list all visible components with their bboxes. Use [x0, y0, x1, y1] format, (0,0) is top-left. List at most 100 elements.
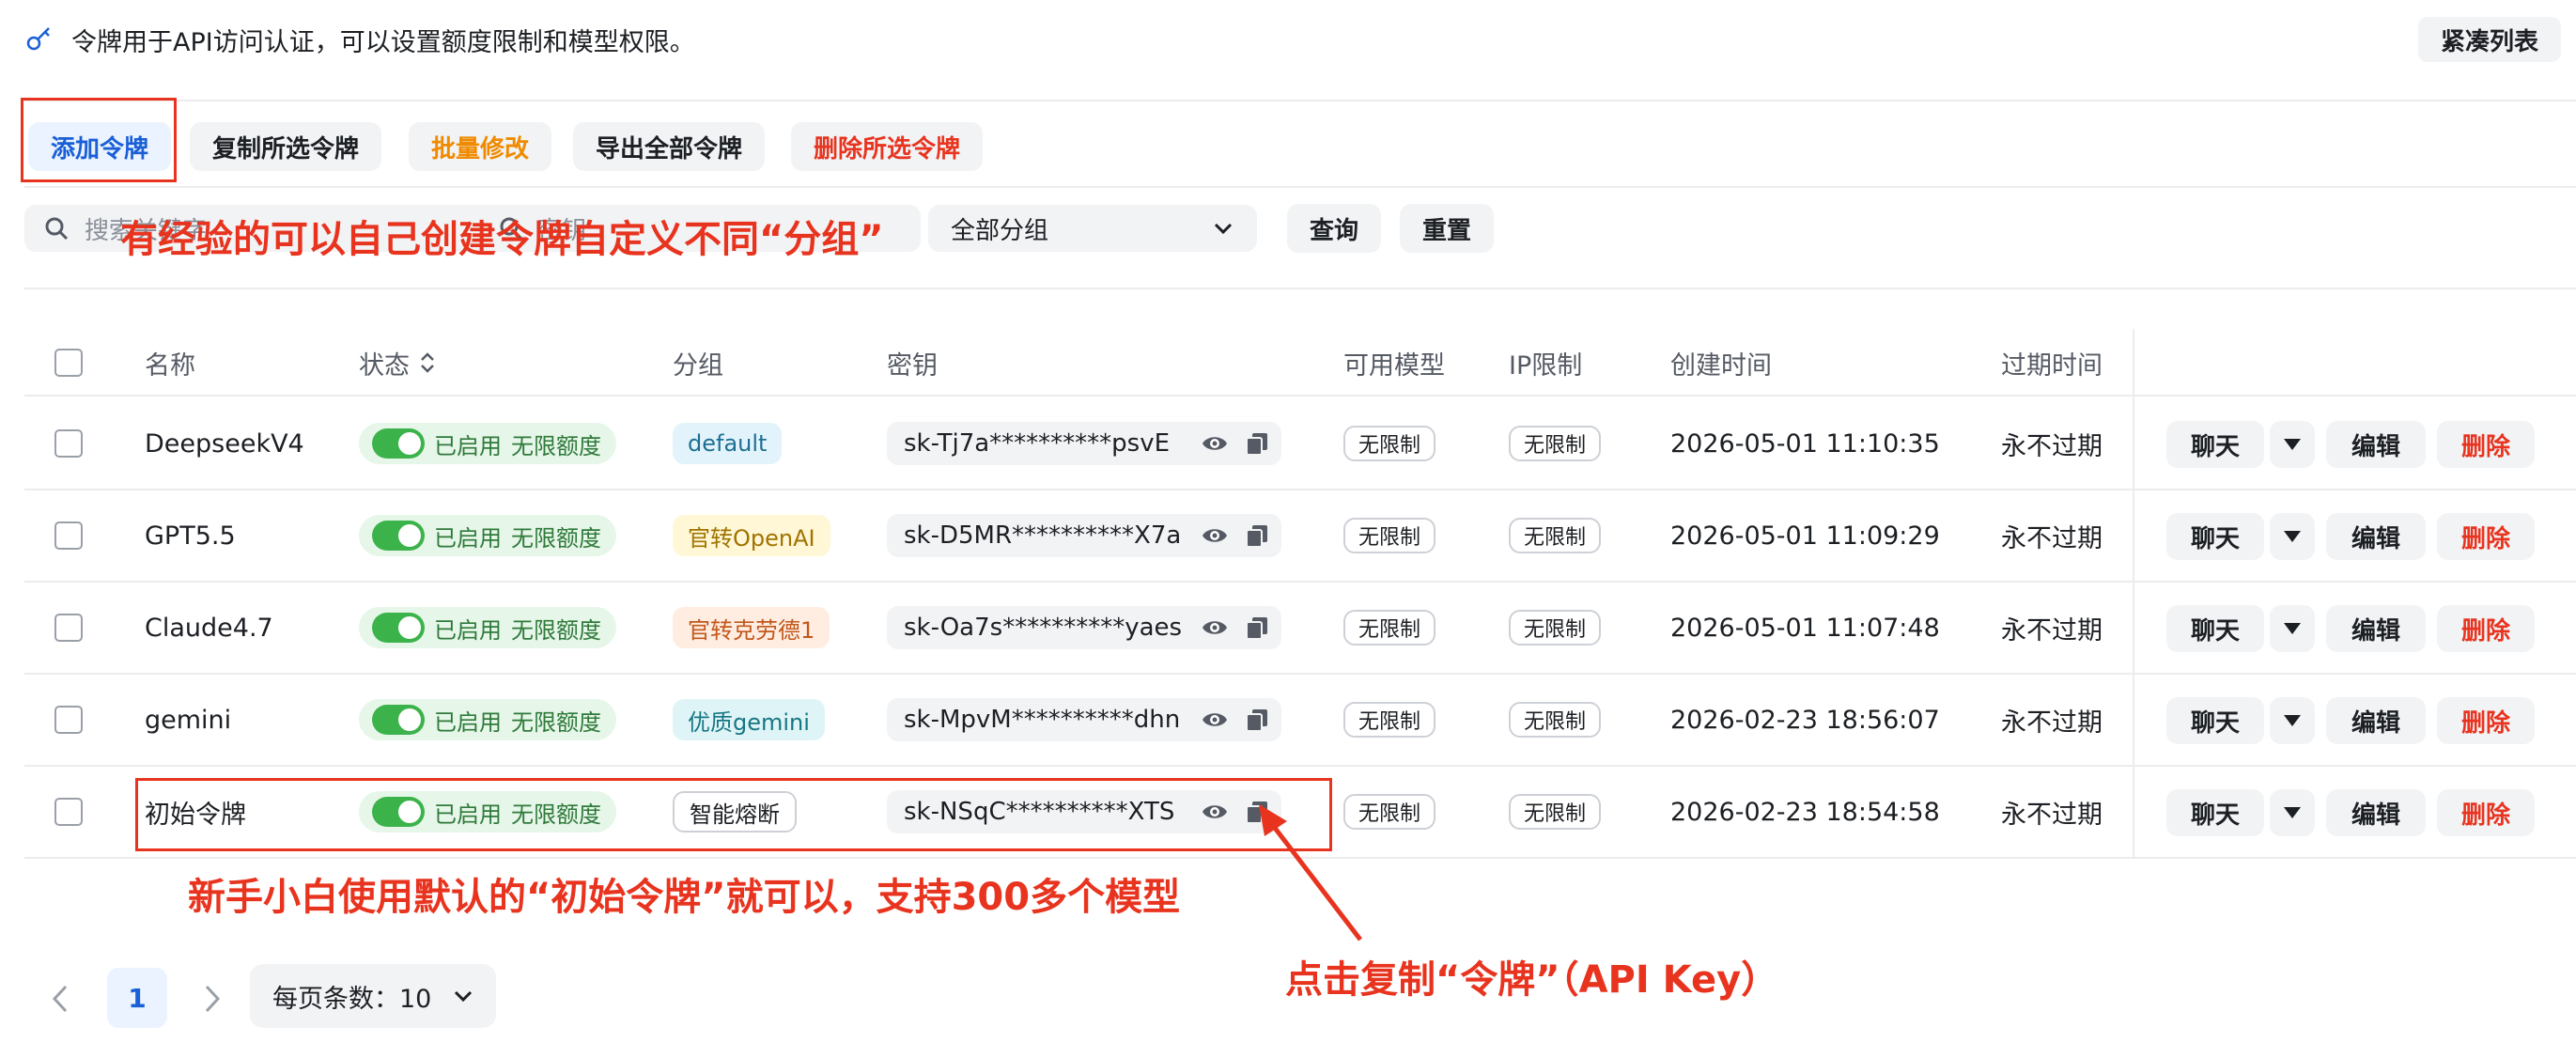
- quota-text: 无限额度: [511, 708, 601, 736]
- token-name: gemini: [145, 705, 232, 735]
- created-time: 2026-02-23 18:54:58: [1670, 797, 1940, 827]
- row-checkbox[interactable]: [54, 614, 83, 642]
- table-row: Claude4.7 已启用 无限额度 官转克劳德1 sk-Oa7s*******…: [24, 583, 2576, 675]
- chevron-down-icon: [454, 990, 473, 1003]
- header-expires: 过期时间: [2001, 350, 2103, 381]
- status-toggle[interactable]: [372, 428, 425, 459]
- chat-button[interactable]: 聊天: [2166, 513, 2264, 560]
- next-page-icon[interactable]: [197, 983, 225, 1015]
- status-badge: 已启用 无限额度: [359, 699, 616, 740]
- delete-button[interactable]: 删除: [2437, 605, 2535, 652]
- compact-list-button[interactable]: 紧凑列表: [2417, 17, 2561, 62]
- edit-button[interactable]: 编辑: [2326, 789, 2426, 836]
- delete-button[interactable]: 删除: [2437, 789, 2535, 836]
- divider: [24, 288, 2576, 289]
- quota-text: 无限额度: [511, 432, 601, 459]
- page-number-1[interactable]: 1: [107, 968, 167, 1028]
- api-key-text: sk-MpvM**********dhn: [904, 706, 1181, 734]
- header-status[interactable]: 状态: [359, 329, 436, 397]
- delete-button[interactable]: 删除: [2437, 697, 2535, 744]
- row-checkbox[interactable]: [54, 429, 83, 458]
- api-key-field: sk-D5MR**********X7a: [887, 514, 1281, 557]
- api-key-field: sk-MpvM**********dhn: [887, 698, 1281, 741]
- group-select[interactable]: 全部分组: [928, 205, 1257, 252]
- add-token-highlight-box: [21, 98, 177, 182]
- sort-icon: [421, 352, 434, 373]
- token-name: Claude4.7: [145, 613, 273, 643]
- group-tag: 优质gemini: [673, 699, 825, 740]
- edit-button[interactable]: 编辑: [2326, 605, 2426, 652]
- created-time: 2026-05-01 11:10:35: [1670, 428, 1940, 459]
- ip-limit-tag: 无限制: [1509, 610, 1602, 646]
- delete-selected-button[interactable]: 删除所选令牌: [791, 122, 984, 171]
- prev-page-icon[interactable]: [47, 983, 75, 1015]
- chat-button[interactable]: 聊天: [2166, 697, 2264, 744]
- api-key-text: sk-D5MR**********X7a: [904, 521, 1182, 550]
- edit-button[interactable]: 编辑: [2326, 513, 2426, 560]
- header-status-label: 状态: [359, 350, 410, 381]
- annotation-copy-key: 点击复制“令牌”（API Key）: [1285, 958, 1779, 1002]
- ip-limit-tag: 无限制: [1509, 702, 1602, 738]
- chat-dropdown-button[interactable]: [2270, 421, 2315, 468]
- chat-dropdown-button[interactable]: [2270, 513, 2315, 560]
- reset-button[interactable]: 重置: [1400, 204, 1495, 253]
- export-all-button[interactable]: 导出全部令牌: [573, 122, 766, 171]
- caret-down-icon: [2284, 439, 2301, 450]
- ip-limit-tag: 无限制: [1509, 794, 1602, 830]
- row-checkbox[interactable]: [54, 798, 83, 826]
- group-select-value: 全部分组: [951, 216, 1049, 245]
- delete-button[interactable]: 删除: [2437, 513, 2535, 560]
- edit-button[interactable]: 编辑: [2326, 421, 2426, 468]
- api-key-text: sk-Oa7s**********yaes: [904, 614, 1183, 642]
- eye-icon[interactable]: [1201, 614, 1229, 642]
- query-button[interactable]: 查询: [1287, 204, 1382, 253]
- table-header: 名称 状态 分组 密钥 可用模型 IP限制 创建时间 过期时间: [24, 329, 2576, 397]
- edit-button[interactable]: 编辑: [2326, 697, 2426, 744]
- header-models: 可用模型: [1343, 350, 1445, 381]
- page-size-select[interactable]: 每页条数：10: [250, 964, 496, 1028]
- api-key-text: sk-Tj7a**********psvE: [904, 429, 1171, 458]
- eye-icon[interactable]: [1201, 706, 1229, 734]
- copy-icon[interactable]: [1244, 430, 1270, 457]
- default-token-highlight-box: [135, 778, 1332, 851]
- info-text: 令牌用于API访问认证，可以设置额度限制和模型权限。: [71, 27, 695, 57]
- divider: [24, 100, 2576, 101]
- caret-down-icon: [2284, 623, 2301, 634]
- models-tag: 无限制: [1343, 426, 1436, 461]
- chat-button[interactable]: 聊天: [2166, 605, 2264, 652]
- select-all-checkbox[interactable]: [54, 349, 83, 377]
- status-badge: 已启用 无限额度: [359, 423, 616, 464]
- header-name: 名称: [145, 350, 195, 381]
- quota-text: 无限额度: [511, 616, 601, 644]
- created-time: 2026-05-01 11:07:48: [1670, 613, 1940, 643]
- chat-dropdown-button[interactable]: [2270, 789, 2315, 836]
- annotation-arrow-icon: [1259, 804, 1362, 941]
- copy-icon[interactable]: [1244, 522, 1270, 549]
- delete-button[interactable]: 删除: [2437, 421, 2535, 468]
- status-toggle[interactable]: [372, 705, 425, 735]
- chat-button[interactable]: 聊天: [2166, 421, 2264, 468]
- status-text: 已启用: [434, 524, 502, 552]
- row-checkbox[interactable]: [54, 706, 83, 734]
- key-icon: [26, 27, 50, 51]
- token-name: DeepseekV4: [145, 428, 304, 459]
- chat-button[interactable]: 聊天: [2166, 789, 2264, 836]
- copy-selected-button[interactable]: 复制所选令牌: [190, 122, 382, 171]
- eye-icon[interactable]: [1201, 521, 1229, 550]
- header-ip: IP限制: [1509, 350, 1583, 381]
- chat-dropdown-button[interactable]: [2270, 605, 2315, 652]
- api-key-field: sk-Tj7a**********psvE: [887, 422, 1281, 465]
- chat-dropdown-button[interactable]: [2270, 697, 2315, 744]
- batch-edit-button[interactable]: 批量修改: [409, 122, 552, 171]
- eye-icon[interactable]: [1201, 429, 1229, 458]
- header-divider: [24, 395, 2576, 397]
- status-badge: 已启用 无限额度: [359, 607, 616, 648]
- row-checkbox[interactable]: [54, 521, 83, 550]
- divider: [24, 186, 2576, 188]
- status-toggle[interactable]: [372, 521, 425, 551]
- token-name: GPT5.5: [145, 521, 236, 551]
- copy-icon[interactable]: [1244, 615, 1270, 641]
- expiry-time: 永不过期: [2001, 615, 2103, 646]
- copy-icon[interactable]: [1244, 707, 1270, 733]
- status-toggle[interactable]: [372, 613, 425, 643]
